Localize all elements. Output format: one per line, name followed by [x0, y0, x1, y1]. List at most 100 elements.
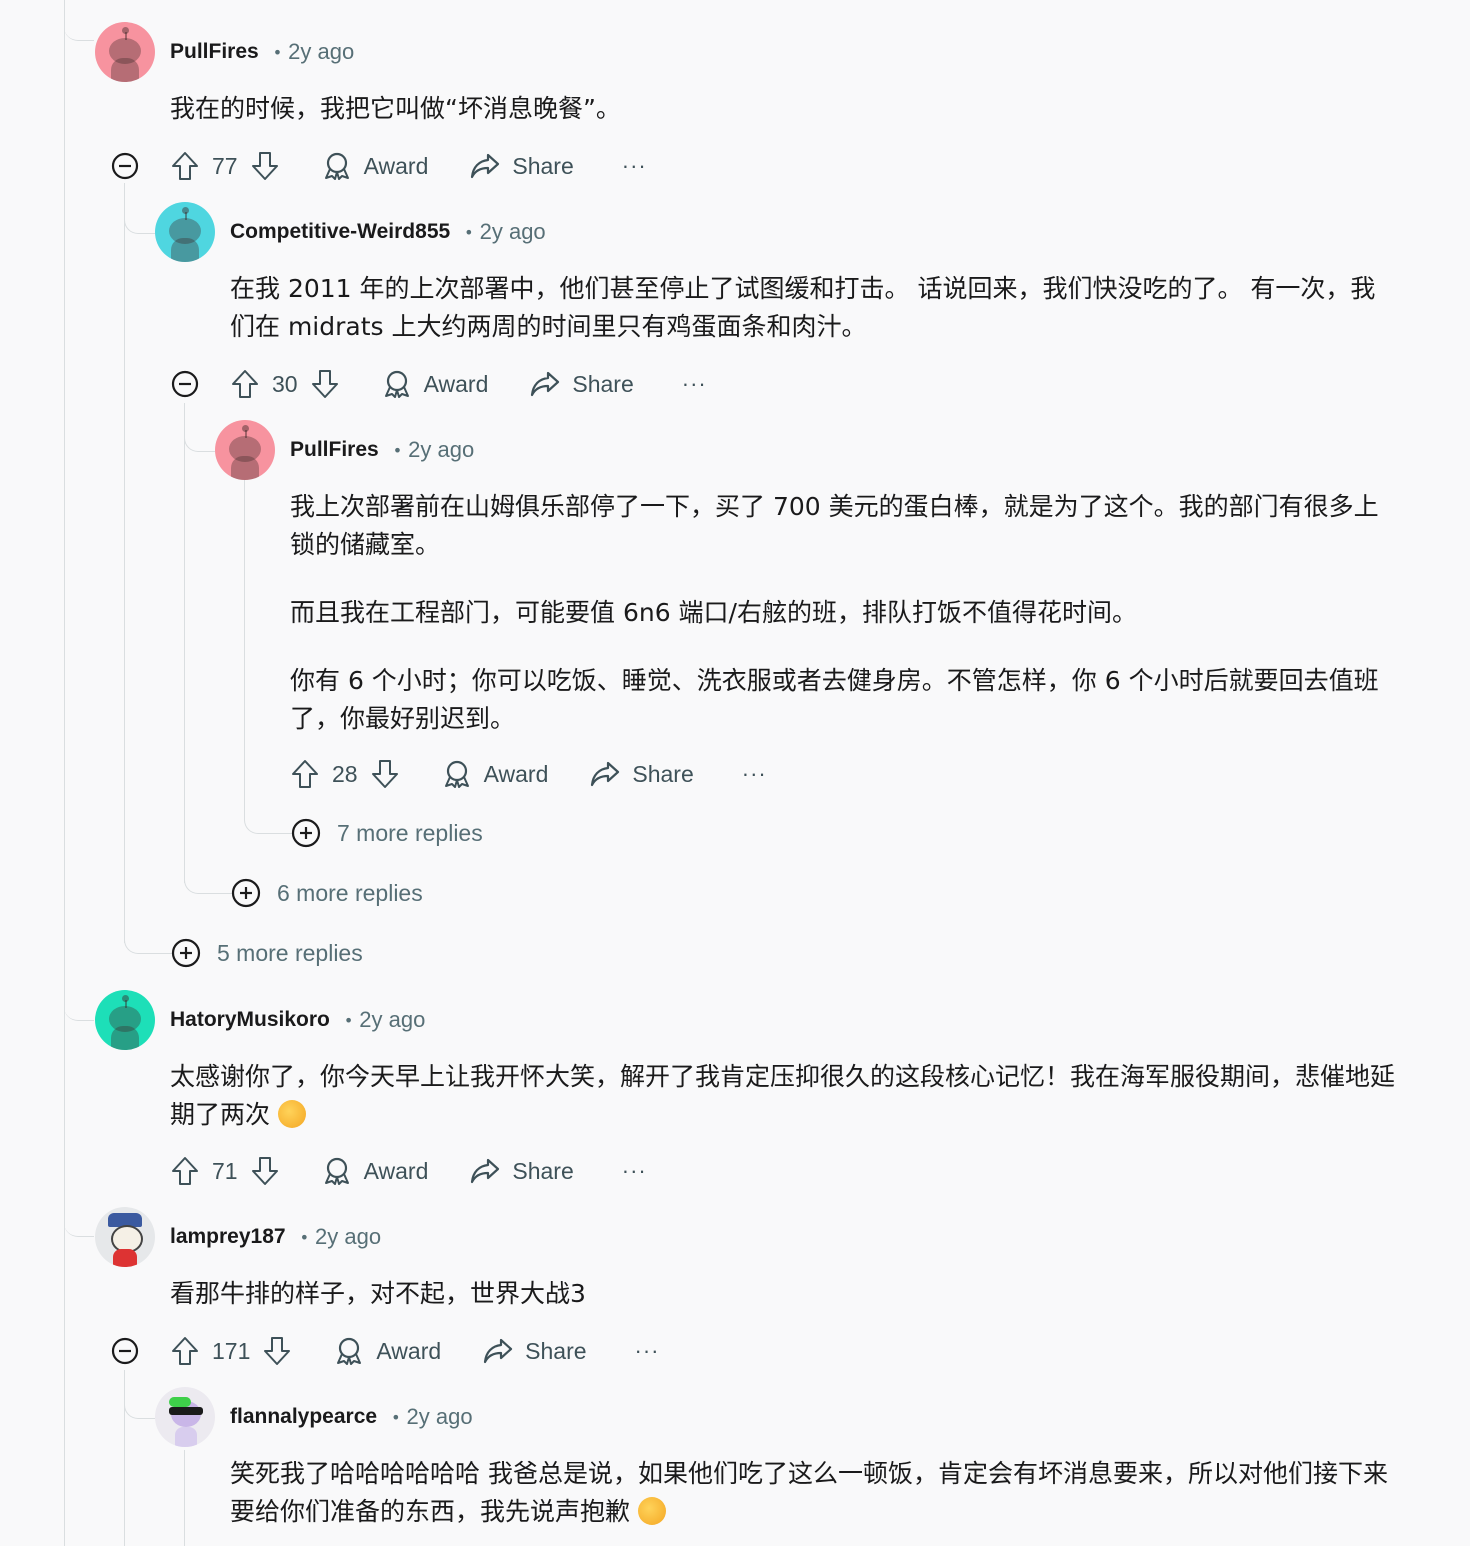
avatar[interactable]: [155, 202, 215, 262]
separator-dot: •: [391, 1407, 401, 1427]
collapse-icon[interactable]: [111, 1337, 139, 1365]
award-label: Award: [363, 152, 429, 179]
share-button[interactable]: Share: [483, 1337, 587, 1365]
more-replies-button[interactable]: 7 more replies: [291, 815, 483, 851]
thread-elbow: [184, 403, 215, 452]
timestamp[interactable]: 2y ago: [408, 437, 474, 463]
comment-thread: PullFires • 2y ago 我在的时候，我把它叫做“坏消息晚餐”。 7…: [0, 0, 1470, 1546]
thread-elbow: [64, 0, 94, 41]
avatar[interactable]: [155, 1387, 215, 1447]
thread-elbow: [64, 1180, 94, 1237]
overflow-icon[interactable]: ···: [622, 1158, 647, 1184]
share-button[interactable]: Share: [470, 152, 574, 180]
share-label: Share: [512, 152, 574, 179]
share-label: Share: [632, 760, 694, 787]
thread-elbow: [124, 900, 173, 954]
username[interactable]: lamprey187: [170, 1225, 286, 1249]
avatar[interactable]: [95, 990, 155, 1050]
timestamp[interactable]: 2y ago: [315, 1224, 381, 1250]
award-icon: [444, 760, 469, 788]
timestamp[interactable]: 2y ago: [407, 1404, 473, 1430]
username[interactable]: HatoryMusikoro: [170, 1008, 330, 1032]
more-replies-button[interactable]: 5 more replies: [171, 935, 363, 971]
upvote-icon[interactable]: [170, 150, 200, 182]
comment-text: 看那牛排的样子，对不起，世界大战3: [170, 1279, 586, 1308]
separator-dot: •: [272, 42, 283, 62]
thread-line-1: [124, 183, 125, 943]
crying-face-emoji-icon: [278, 1100, 307, 1128]
upvote-icon[interactable]: [170, 1155, 200, 1187]
expand-icon: [291, 818, 321, 848]
thread-elbow: [64, 960, 94, 1021]
timestamp[interactable]: 2y ago: [288, 39, 354, 65]
vote-score: 77: [212, 152, 238, 179]
share-button[interactable]: Share: [530, 370, 634, 398]
comment-header: Competitive-Weird855 • 2y ago: [155, 202, 546, 262]
thread-elbow: [184, 840, 233, 894]
username[interactable]: Competitive-Weird855: [230, 220, 450, 244]
comment-text: 而且我在工程部门，可能要值 6n6 端口/右舷的班，排队打饭不值得花时间。: [290, 598, 1137, 627]
collapse-icon[interactable]: [111, 152, 139, 180]
thread-elbow: [124, 183, 155, 234]
separator-dot: •: [299, 1227, 310, 1247]
award-button[interactable]: Award: [322, 151, 429, 181]
share-button[interactable]: Share: [470, 1157, 574, 1185]
downvote-icon[interactable]: [262, 1335, 292, 1367]
more-replies-label: 6 more replies: [277, 879, 423, 906]
separator-dot: •: [343, 1010, 354, 1030]
comment-body: 我上次部署前在山姆俱乐部停了一下，买了 700 美元的蛋白棒，就是为了这个。我的…: [290, 488, 1390, 738]
vote-score: 171: [212, 1337, 251, 1364]
vote-group: 77: [170, 150, 280, 182]
comment-actions: 71 Award Share ···: [170, 1151, 647, 1191]
comment-body: 看那牛排的样子，对不起，世界大战3: [170, 1275, 1400, 1313]
share-label: Share: [512, 1157, 574, 1184]
downvote-icon[interactable]: [310, 368, 340, 400]
avatar[interactable]: [95, 22, 155, 82]
thread-line-5: [184, 1450, 185, 1546]
vote-group: 171: [170, 1335, 292, 1367]
overflow-icon[interactable]: ···: [635, 1338, 660, 1364]
vote-score: 28: [332, 760, 358, 787]
comment-actions: 30 Award Share ···: [230, 364, 707, 404]
share-label: Share: [572, 370, 634, 397]
separator-dot: •: [392, 440, 403, 460]
expand-icon: [171, 938, 201, 968]
avatar[interactable]: [215, 420, 275, 480]
comment-actions: 77 Award Share ···: [170, 146, 647, 186]
comment-text: 太感谢你了，你今天早上让我开怀大笑，解开了我肯定压抑很久的这段核心记忆！我在海军…: [170, 1062, 1396, 1129]
username[interactable]: PullFires: [290, 438, 379, 462]
collapse-icon[interactable]: [171, 370, 199, 398]
award-button[interactable]: Award: [442, 759, 548, 789]
share-icon: [471, 1158, 500, 1184]
share-icon: [531, 371, 560, 397]
thread-elbow: [244, 780, 293, 834]
vote-score: 30: [272, 370, 298, 397]
share-button[interactable]: Share: [590, 760, 694, 788]
award-button[interactable]: Award: [382, 369, 488, 399]
downvote-icon[interactable]: [250, 1155, 280, 1187]
comment-body: 笑死我了哈哈哈哈哈哈 我爸总是说，如果他们吃了这么一顿饭，肯定会有坏消息要来，所…: [230, 1455, 1400, 1531]
upvote-icon[interactable]: [290, 758, 320, 790]
downvote-icon[interactable]: [370, 758, 400, 790]
comment-actions: 171 Award Share ···: [170, 1331, 660, 1371]
avatar[interactable]: [95, 1207, 155, 1267]
award-button[interactable]: Award: [322, 1156, 428, 1186]
award-button[interactable]: Award: [334, 1336, 441, 1366]
timestamp[interactable]: 2y ago: [359, 1007, 425, 1033]
more-replies-label: 5 more replies: [217, 939, 363, 966]
username[interactable]: PullFires: [170, 40, 259, 64]
upvote-icon[interactable]: [230, 368, 260, 400]
overflow-icon[interactable]: ···: [682, 371, 707, 397]
upvote-icon[interactable]: [170, 1335, 200, 1367]
downvote-icon[interactable]: [250, 150, 280, 182]
comment-header: lamprey187 • 2y ago: [95, 1207, 381, 1267]
comment-text: 你有 6 个小时；你可以吃饭、睡觉、洗衣服或者去健身房。不管怎样，你 6 个小时…: [290, 666, 1379, 733]
more-replies-button[interactable]: 6 more replies: [231, 875, 423, 911]
overflow-icon[interactable]: ···: [742, 761, 767, 787]
username[interactable]: flannalypearce: [230, 1405, 377, 1429]
award-icon: [337, 1337, 362, 1365]
overflow-icon[interactable]: ···: [622, 153, 647, 179]
timestamp[interactable]: 2y ago: [480, 219, 546, 245]
comment-header: PullFires • 2y ago: [215, 420, 474, 480]
vote-group: 30: [230, 368, 340, 400]
